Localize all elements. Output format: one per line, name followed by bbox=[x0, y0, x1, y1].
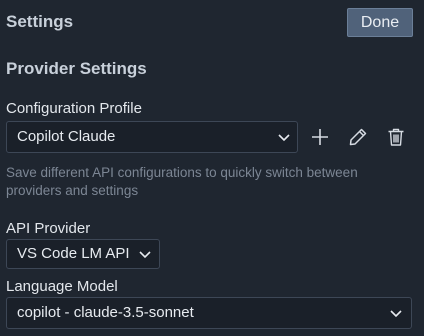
page-title: Settings bbox=[6, 12, 74, 31]
pencil-icon[interactable] bbox=[347, 126, 369, 148]
trash-icon[interactable] bbox=[385, 126, 407, 148]
api-provider-dropdown[interactable]: VS Code LM API bbox=[6, 239, 160, 269]
api-provider-value: VS Code LM API bbox=[17, 245, 130, 262]
language-model-label: Language Model bbox=[6, 278, 118, 295]
chevron-down-icon bbox=[139, 251, 151, 259]
api-provider-label: API Provider bbox=[6, 220, 91, 237]
section-title: Provider Settings bbox=[6, 59, 147, 78]
profile-description: Save different API configurations to qui… bbox=[6, 165, 358, 198]
language-model-value: copilot - claude-3.5-sonnet bbox=[17, 304, 194, 321]
language-model-dropdown[interactable]: copilot - claude-3.5-sonnet bbox=[6, 297, 412, 329]
configuration-profile-dropdown[interactable]: Copilot Claude bbox=[6, 121, 298, 153]
plus-icon[interactable] bbox=[309, 126, 331, 148]
done-button[interactable]: Done bbox=[347, 8, 413, 37]
chevron-down-icon bbox=[390, 310, 402, 318]
configuration-profile-value: Copilot Claude bbox=[17, 128, 116, 145]
configuration-profile-label: Configuration Profile bbox=[6, 100, 142, 117]
chevron-down-icon bbox=[278, 134, 290, 142]
